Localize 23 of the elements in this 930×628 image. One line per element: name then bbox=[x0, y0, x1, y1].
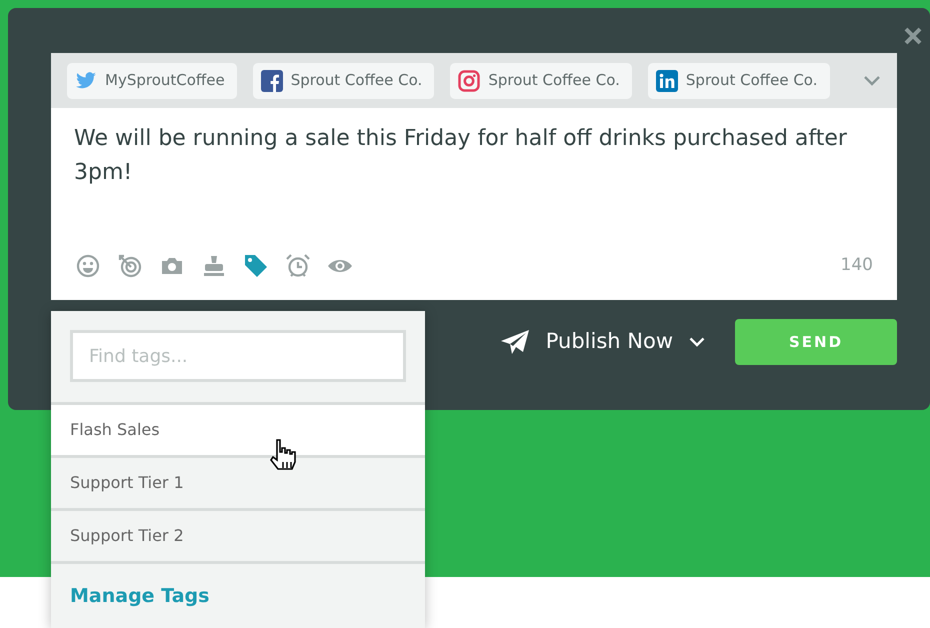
character-count: 140 bbox=[840, 254, 873, 277]
tag-item[interactable]: Flash Sales bbox=[51, 402, 425, 455]
profile-chip[interactable]: MySproutCoffee bbox=[67, 62, 237, 98]
profile-chip[interactable]: Sprout Coffee Co. bbox=[252, 62, 434, 98]
chevron-down-icon bbox=[689, 337, 705, 347]
find-tags-field[interactable]: Find tags... bbox=[70, 330, 406, 382]
message-text: We will be running a sale this Friday for half off drinks purchased after 3pm! bbox=[73, 125, 848, 188]
alarm-clock-icon[interactable] bbox=[285, 252, 311, 278]
tag-icon[interactable] bbox=[243, 252, 269, 278]
tag-item[interactable]: Support Tier 2 bbox=[51, 508, 425, 561]
linkedin-logo-icon bbox=[656, 70, 678, 92]
tag-item[interactable]: Support Tier 1 bbox=[51, 455, 425, 508]
twitter-bird-icon bbox=[75, 72, 97, 90]
paper-plane-icon bbox=[500, 329, 530, 355]
instagram-logo-icon bbox=[458, 70, 480, 92]
facebook-logo-icon bbox=[260, 70, 283, 92]
target-icon[interactable] bbox=[117, 252, 143, 278]
chevron-down-icon[interactable] bbox=[863, 74, 881, 86]
manage-tags-link[interactable]: Manage Tags bbox=[51, 561, 425, 628]
publish-now-dropdown[interactable]: Publish Now bbox=[494, 325, 711, 359]
profile-chip[interactable]: Sprout Coffee Co. bbox=[648, 62, 830, 98]
smiley-icon[interactable] bbox=[75, 252, 101, 278]
profile-chip[interactable]: Sprout Coffee Co. bbox=[450, 62, 632, 98]
